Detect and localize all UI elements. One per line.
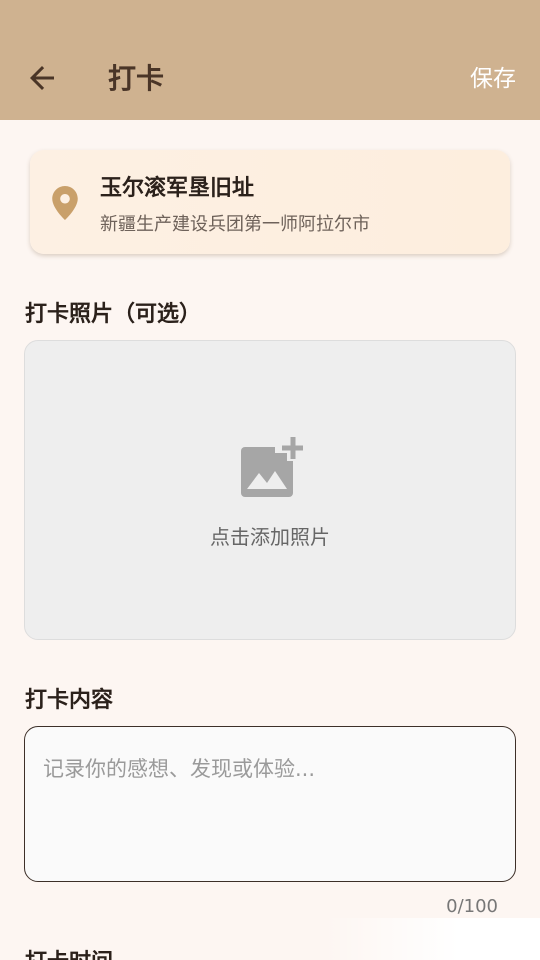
back-button[interactable] [24,60,60,96]
location-card: 玉尔滚军垦旧址 新疆生产建设兵团第一师阿拉尔市 [30,150,510,254]
char-count: 0/100 [446,896,498,917]
time-section-label: 打卡时间 [25,944,113,960]
photo-section-label: 打卡照片（可选） [25,302,202,327]
content-section-label: 打卡内容 [25,688,114,713]
location-pin-icon [52,186,78,220]
location-address: 新疆生产建设兵团第一师阿拉尔市 [100,214,370,235]
add-photo-hint: 点击添加照片 [210,525,330,549]
add-photo-area[interactable]: 点击添加照片 [24,340,516,640]
add-photo-icon [241,437,303,497]
save-button[interactable]: 保存 [470,62,516,96]
page-title: 打卡 [108,62,165,95]
location-name: 玉尔滚军垦旧址 [100,176,255,201]
app-header: 打卡 保存 [0,0,540,120]
checkin-screen: 打卡 保存 玉尔滚军垦旧址 新疆生产建设兵团第一师阿拉尔市 打卡照片（可选） 点… [0,0,540,960]
arrow-back-icon [30,66,54,90]
content-input[interactable] [24,726,516,882]
